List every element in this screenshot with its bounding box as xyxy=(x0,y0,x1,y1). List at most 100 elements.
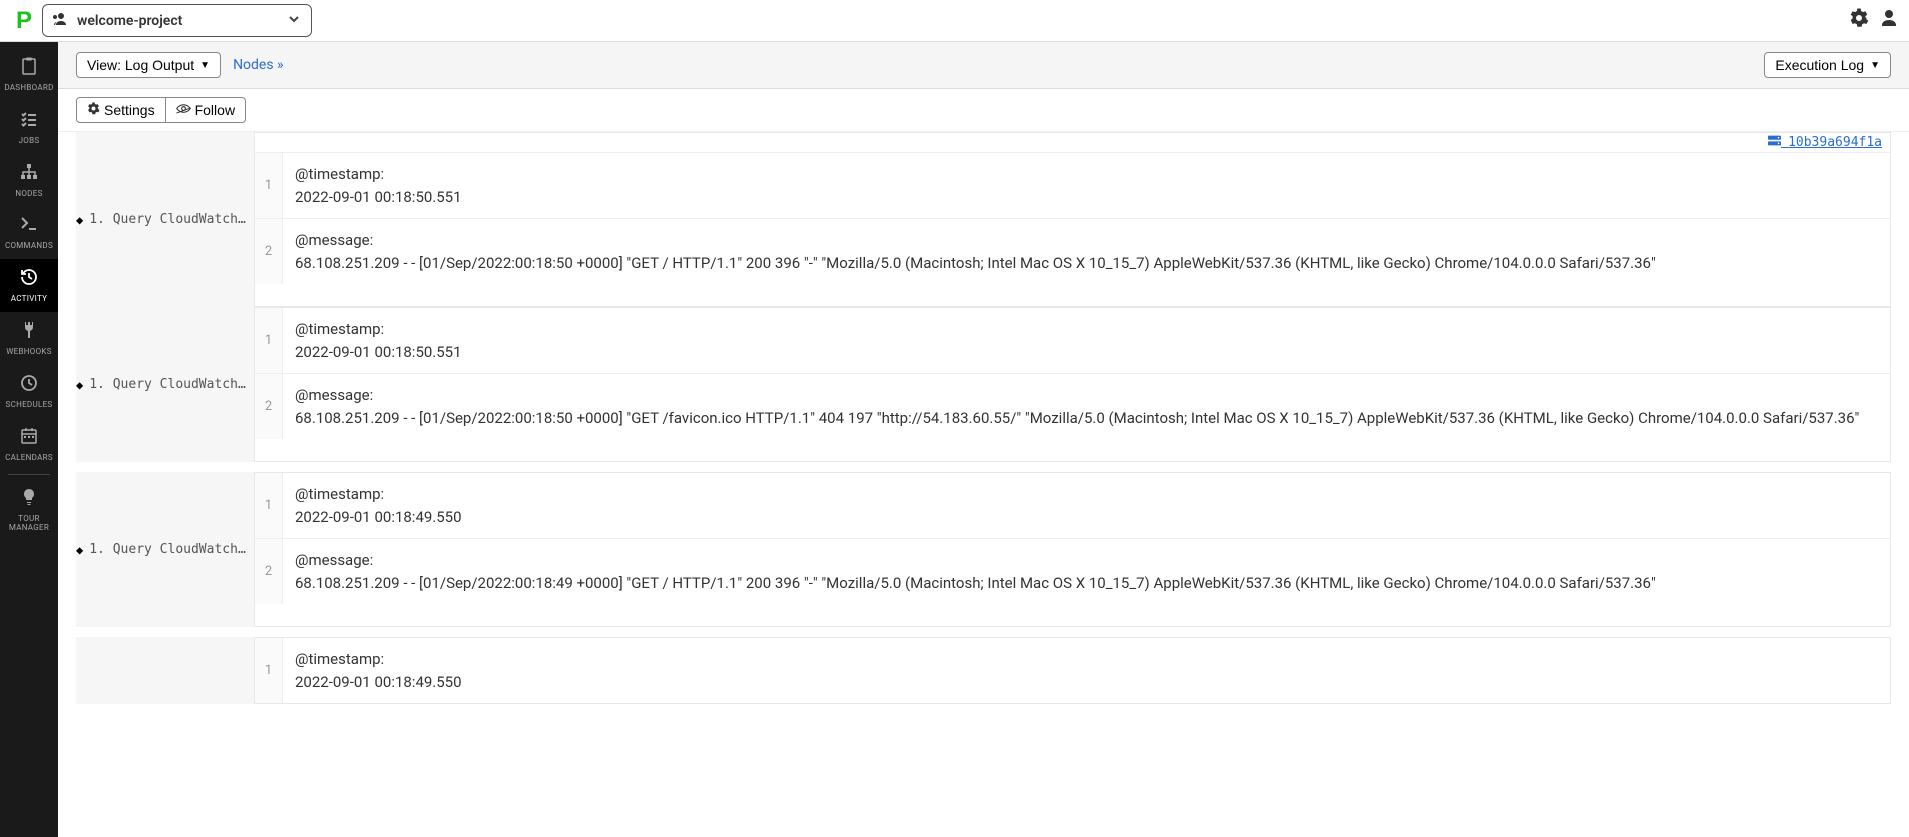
diamond-icon: ◆ xyxy=(76,213,83,227)
sidebar-item-label: NODES xyxy=(15,190,42,199)
clock-icon xyxy=(19,373,39,398)
sidebar-item-label: CALENDARS xyxy=(5,454,53,463)
chevron-down-icon xyxy=(287,11,301,30)
sidebar-item-nodes[interactable]: NODES xyxy=(0,154,58,207)
view-label: View: Log Output xyxy=(87,57,194,73)
settings-label: Settings xyxy=(104,102,155,118)
sidebar-item-jobs[interactable]: JOBS xyxy=(0,101,58,154)
log-key: @message: xyxy=(295,549,1656,572)
log-key: @timestamp: xyxy=(295,318,462,341)
sidebar-item-label: MANAGER xyxy=(9,524,49,533)
log-step-label: 1. Query CloudWatch… xyxy=(89,377,246,392)
gear-small-icon xyxy=(87,102,100,118)
log-line-number: 1 xyxy=(255,308,283,373)
sidebar-item-label: JOBS xyxy=(19,137,40,146)
log-area: ◆ 1. Query CloudWatch… 10b39a694f1a 1 xyxy=(58,132,1909,708)
log-text: @message: 68.108.251.209 - - [01/Sep/202… xyxy=(283,219,1668,284)
caret-down-icon: ▼ xyxy=(1870,60,1880,71)
log-text: @timestamp: 2022-09-01 00:18:50.551 xyxy=(283,308,474,373)
subtoolbar: Settings Follow xyxy=(58,89,1909,132)
log-line-number: 2 xyxy=(255,219,283,284)
log-key: @timestamp: xyxy=(295,483,462,506)
log-row: 1 @timestamp: 2022-09-01 00:18:50.551 xyxy=(255,308,1890,373)
list-icon xyxy=(19,109,39,134)
toolbar: View: Log Output ▼ Nodes » Execution Log… xyxy=(58,42,1909,89)
log-line-number: 1 xyxy=(255,153,283,218)
log-block: ◆ 1. Query CloudWatch… 1 @timestamp: 202… xyxy=(76,472,1891,631)
log-row: 2 @message: 68.108.251.209 - - [01/Sep/2… xyxy=(255,218,1890,284)
sidebar-item-label: SCHEDULES xyxy=(6,401,53,410)
log-text: @timestamp: 2022-09-01 00:18:50.551 xyxy=(283,153,474,218)
log-block: ◆ 1. Query CloudWatch… 1 @timestamp: 202… xyxy=(76,307,1891,466)
log-step-column: ◆ 1. Query CloudWatch… xyxy=(76,307,254,462)
sidebar-item-webhooks[interactable]: WEBHOOKS xyxy=(0,312,58,365)
sidebar-item-schedules[interactable]: SCHEDULES xyxy=(0,365,58,418)
log-step-column: ◆ 1. Query CloudWatch… xyxy=(76,472,254,627)
sidebar-item-label: COMMANDS xyxy=(5,242,53,251)
log-text: @message: 68.108.251.209 - - [01/Sep/202… xyxy=(283,539,1668,604)
sitemap-icon xyxy=(19,162,39,187)
project-icon xyxy=(53,12,69,30)
log-value: 2022-09-01 00:18:49.550 xyxy=(295,506,462,529)
log-step-column xyxy=(76,637,254,704)
project-name: welcome-project xyxy=(77,13,182,29)
log-row: 2 @message: 68.108.251.209 - - [01/Sep/2… xyxy=(255,373,1890,439)
sidebar-item-dashboard[interactable]: DASHBOARD xyxy=(0,48,58,101)
follow-label: Follow xyxy=(195,102,235,118)
log-row: 1 @timestamp: 2022-09-01 00:18:49.550 xyxy=(255,638,1890,703)
content: View: Log Output ▼ Nodes » Execution Log… xyxy=(58,42,1909,708)
follow-button[interactable]: Follow xyxy=(166,97,246,123)
log-value: 2022-09-01 00:18:49.550 xyxy=(295,671,462,694)
log-text: @timestamp: 2022-09-01 00:18:49.550 xyxy=(283,638,474,703)
caret-down-icon: ▼ xyxy=(200,60,210,71)
sidebar-item-tour-manager[interactable]: TOUR MANAGER xyxy=(0,479,58,541)
log-line-number: 1 xyxy=(255,473,283,538)
diamond-icon: ◆ xyxy=(76,378,83,392)
execution-log-label: Execution Log xyxy=(1775,57,1864,73)
logo: P xyxy=(16,7,32,35)
history-icon xyxy=(19,267,39,292)
log-step-column: ◆ 1. Query CloudWatch… xyxy=(76,132,254,307)
sidebar: DASHBOARD JOBS NODES COMMANDS ACTIVITY W… xyxy=(0,42,58,837)
log-text: @timestamp: 2022-09-01 00:18:49.550 xyxy=(283,473,474,538)
log-row: 2 @message: 68.108.251.209 - - [01/Sep/2… xyxy=(255,538,1890,604)
node-link-row: 10b39a694f1a xyxy=(255,133,1890,152)
log-value: 68.108.251.209 - - [01/Sep/2022:00:18:50… xyxy=(295,407,1859,430)
gear-icon[interactable] xyxy=(1849,8,1869,33)
execution-log-dropdown[interactable]: Execution Log ▼ xyxy=(1764,52,1891,78)
eye-slash-icon xyxy=(176,102,191,118)
log-line-number: 1 xyxy=(255,638,283,703)
node-id: 10b39a694f1a xyxy=(1788,135,1882,150)
log-key: @timestamp: xyxy=(295,163,462,186)
view-dropdown[interactable]: View: Log Output ▼ xyxy=(76,52,221,78)
node-link[interactable]: 10b39a694f1a xyxy=(1768,135,1882,150)
log-step-label: 1. Query CloudWatch… xyxy=(89,212,246,227)
log-row: 1 @timestamp: 2022-09-01 00:18:49.550 xyxy=(255,473,1890,538)
topbar: P welcome-project xyxy=(0,0,1909,42)
log-key: @message: xyxy=(295,229,1656,252)
log-value: 2022-09-01 00:18:50.551 xyxy=(295,341,462,364)
log-block: 1 @timestamp: 2022-09-01 00:18:49.550 xyxy=(76,637,1891,708)
terminal-icon xyxy=(19,214,39,239)
sidebar-item-commands[interactable]: COMMANDS xyxy=(0,206,58,259)
log-step-label: 1. Query CloudWatch… xyxy=(89,542,246,557)
log-value: 68.108.251.209 - - [01/Sep/2022:00:18:49… xyxy=(295,572,1656,595)
server-icon xyxy=(1768,135,1788,149)
settings-button[interactable]: Settings xyxy=(76,97,166,123)
project-selector[interactable]: welcome-project xyxy=(42,4,312,37)
log-line-number: 2 xyxy=(255,374,283,439)
log-key: @message: xyxy=(295,384,1859,407)
log-block: ◆ 1. Query CloudWatch… 10b39a694f1a 1 xyxy=(76,132,1891,307)
calendar-icon xyxy=(19,426,39,451)
nodes-link[interactable]: Nodes » xyxy=(233,57,284,73)
log-line-number: 2 xyxy=(255,539,283,604)
sidebar-item-label: ACTIVITY xyxy=(11,295,47,304)
sidebar-item-calendars[interactable]: CALENDARS xyxy=(0,418,58,471)
lightbulb-icon xyxy=(19,487,39,512)
log-text: @message: 68.108.251.209 - - [01/Sep/202… xyxy=(283,374,1871,439)
user-icon[interactable] xyxy=(1879,8,1899,33)
sidebar-item-label: WEBHOOKS xyxy=(6,348,52,357)
clipboard-icon xyxy=(19,56,39,81)
sidebar-item-activity[interactable]: ACTIVITY xyxy=(0,259,58,312)
sidebar-item-label: DASHBOARD xyxy=(4,84,53,93)
